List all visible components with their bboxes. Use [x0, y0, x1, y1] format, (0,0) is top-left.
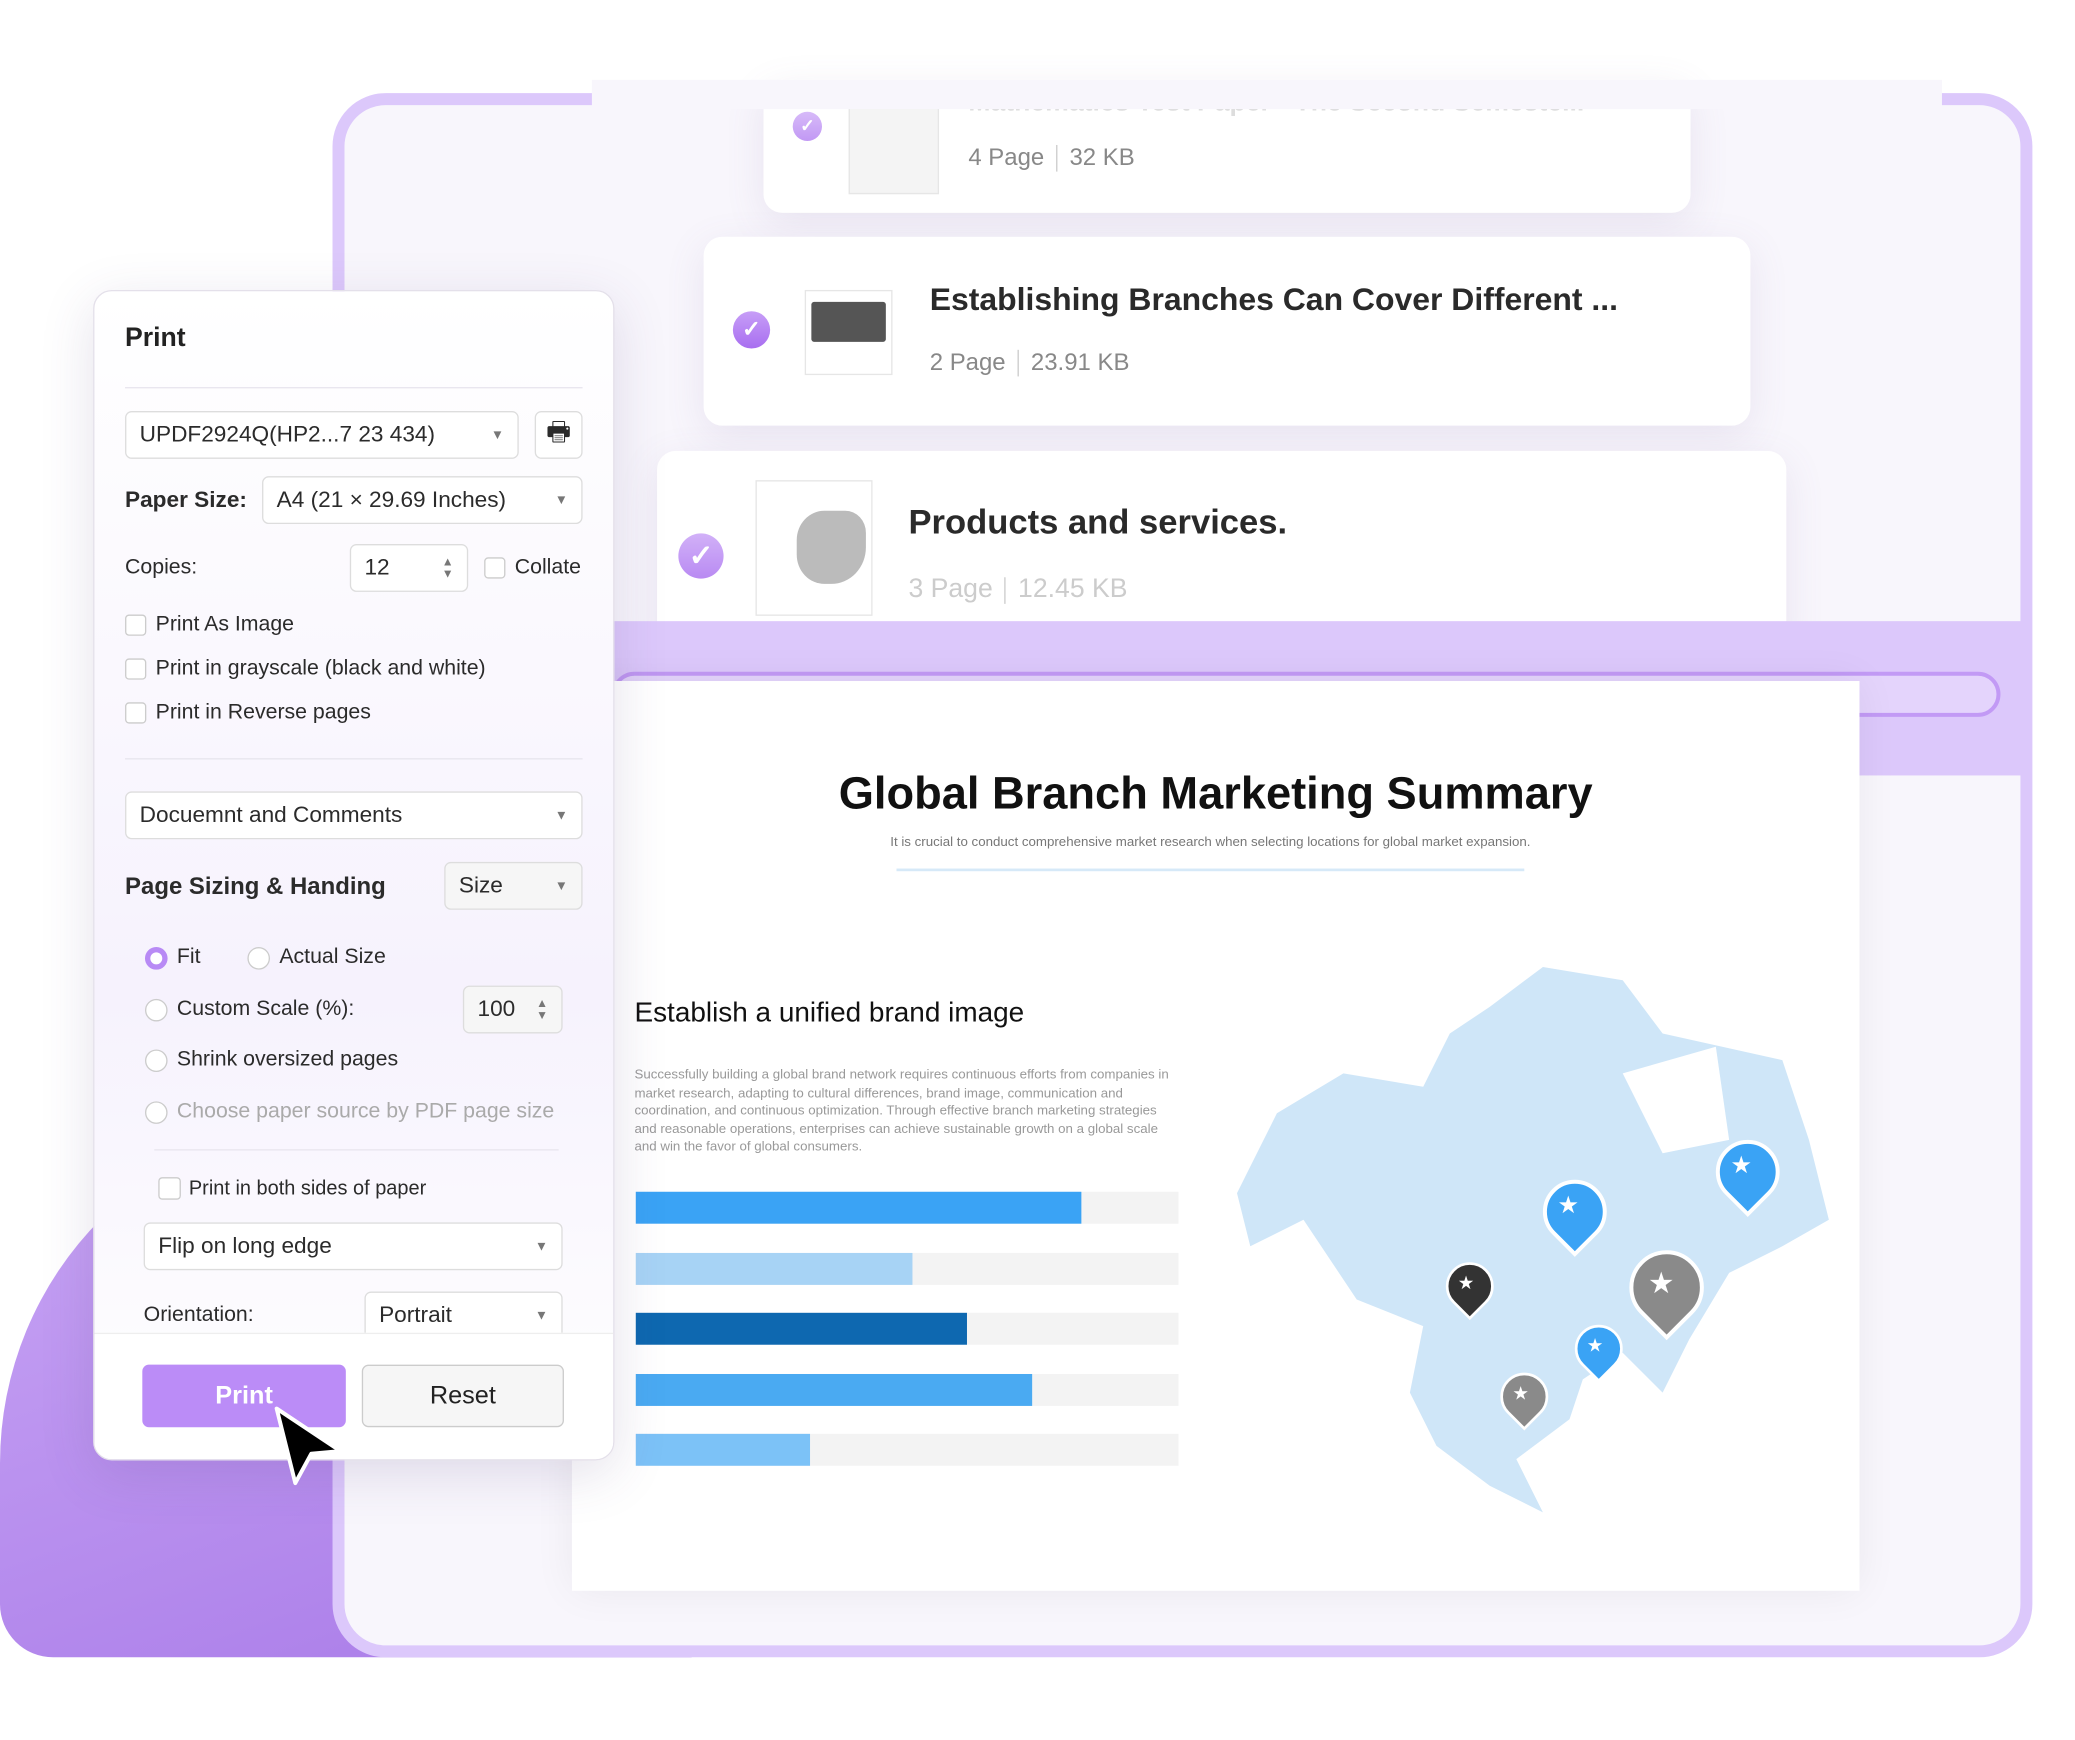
check-icon[interactable]: ✓ — [678, 533, 724, 579]
star-icon: ★ — [1557, 1191, 1580, 1219]
star-icon: ★ — [1457, 1271, 1475, 1293]
divider — [125, 387, 583, 389]
print-dialog: Print UPDF2924Q(HP2...7 23 434) ▼ 🖶 Paper… — [93, 289, 615, 1461]
reverse-label: Print in Reverse pages — [155, 700, 371, 724]
grayscale-label: Print in grayscale (black and white) — [155, 657, 486, 680]
paper-size-label: Paper Size: — [125, 486, 247, 513]
custom-scale-label: Custom Scale (%): — [176, 997, 355, 1021]
chevron-down-icon: ▼ — [554, 878, 568, 894]
chevron-down-icon: ▼ — [534, 1238, 549, 1254]
printer-select[interactable]: UPDF2924Q(HP2...7 23 434) ▼ — [125, 411, 519, 459]
printer-icon[interactable]: 🖶 — [534, 411, 583, 459]
file-title: Establishing Branches Can Cover Differen… — [929, 281, 1619, 318]
bar-track — [635, 1312, 1179, 1345]
north-america-map — [1236, 966, 1829, 1513]
doc-subtitle: It is crucial to conduct comprehensive m… — [890, 835, 1531, 850]
section-body: Successfully building a global brand net… — [634, 1068, 1169, 1156]
stepper-arrows-icon[interactable]: ▲ ▼ — [442, 555, 454, 580]
collate-label: Collate — [514, 555, 582, 579]
title-divider — [896, 868, 1525, 872]
check-icon[interactable]: ✓ — [792, 111, 823, 141]
custom-scale-radio[interactable] — [144, 998, 168, 1022]
bar-fill — [635, 1191, 1081, 1224]
doc-title: Global Branch Marketing Summary — [838, 768, 1593, 820]
bar-fill — [635, 1312, 967, 1345]
chevron-down-icon: ▼ — [554, 808, 568, 823]
bar-fill — [635, 1373, 1032, 1406]
flip-select[interactable]: Flip on long edge ▼ — [143, 1222, 563, 1271]
orientation-label: Orientation: — [143, 1303, 254, 1327]
sizing-title: Page Sizing & Handing — [125, 872, 386, 900]
section-title: Establish a unified brand image — [634, 997, 1025, 1029]
shrink-radio[interactable] — [144, 1049, 168, 1073]
actual-size-radio[interactable] — [247, 947, 271, 970]
copies-label: Copies: — [125, 555, 198, 579]
file-meta: 3 Page 12.45 KB — [908, 574, 1128, 604]
file-title: Products and services. — [908, 501, 1288, 542]
copies-stepper[interactable]: 12 ▲ ▼ — [349, 544, 469, 592]
grayscale-checkbox[interactable] — [125, 658, 147, 680]
list-fade — [591, 79, 1942, 110]
chevron-down-icon: ▼ — [554, 492, 568, 508]
scale-stepper[interactable]: 100 ▲ ▼ — [462, 985, 563, 1034]
reverse-checkbox[interactable] — [125, 702, 147, 724]
star-icon: ★ — [1730, 1151, 1752, 1179]
collate-checkbox[interactable] — [484, 557, 506, 579]
bar-fill — [635, 1252, 913, 1285]
fit-radio[interactable] — [144, 947, 168, 970]
chevron-down-icon: ▼ — [490, 427, 505, 443]
shrink-label: Shrink oversized pages — [176, 1048, 399, 1071]
paper-source-label: Choose paper source by PDF page size — [176, 1099, 555, 1123]
dialog-title: Print — [125, 323, 186, 353]
divider — [125, 758, 583, 760]
cursor-icon — [274, 1406, 343, 1486]
file-thumbnail — [804, 289, 893, 376]
bar-track — [635, 1433, 1179, 1466]
file-thumbnail — [848, 103, 940, 195]
actual-size-label: Actual Size — [279, 945, 386, 969]
star-icon: ★ — [1512, 1381, 1530, 1404]
check-icon[interactable]: ✓ — [732, 311, 771, 349]
star-icon: ★ — [1647, 1266, 1675, 1300]
sizing-mode-select[interactable]: Size ▼ — [444, 861, 583, 910]
fit-label: Fit — [176, 945, 201, 969]
reset-button[interactable]: Reset — [361, 1364, 564, 1428]
bar-track — [635, 1373, 1179, 1406]
paper-source-radio[interactable] — [144, 1101, 168, 1124]
bar-fill — [635, 1433, 810, 1466]
content-select[interactable]: Docuemnt and Comments ▼ — [125, 791, 583, 840]
file-card[interactable]: ✓ Establishing Branches Can Cover Differ… — [703, 236, 1751, 426]
file-thumbnail — [755, 480, 873, 616]
paper-size-select[interactable]: A4 (21 × 29.69 Inches) ▼ — [262, 476, 583, 525]
chevron-down-icon: ▼ — [534, 1308, 549, 1323]
star-icon: ★ — [1586, 1334, 1604, 1356]
stepper-arrows-icon[interactable]: ▲ ▼ — [536, 997, 548, 1022]
both-sides-checkbox[interactable] — [158, 1177, 181, 1200]
divider — [154, 1149, 559, 1151]
file-meta: 4 Page 32 KB — [968, 143, 1135, 172]
print-as-image-checkbox[interactable] — [125, 614, 147, 636]
bar-track — [635, 1191, 1179, 1224]
file-meta: 2 Page 23.91 KB — [929, 348, 1130, 377]
both-sides-label: Print in both sides of paper — [188, 1177, 427, 1200]
bar-track — [635, 1252, 1179, 1285]
print-as-image-label: Print As Image — [155, 613, 295, 636]
